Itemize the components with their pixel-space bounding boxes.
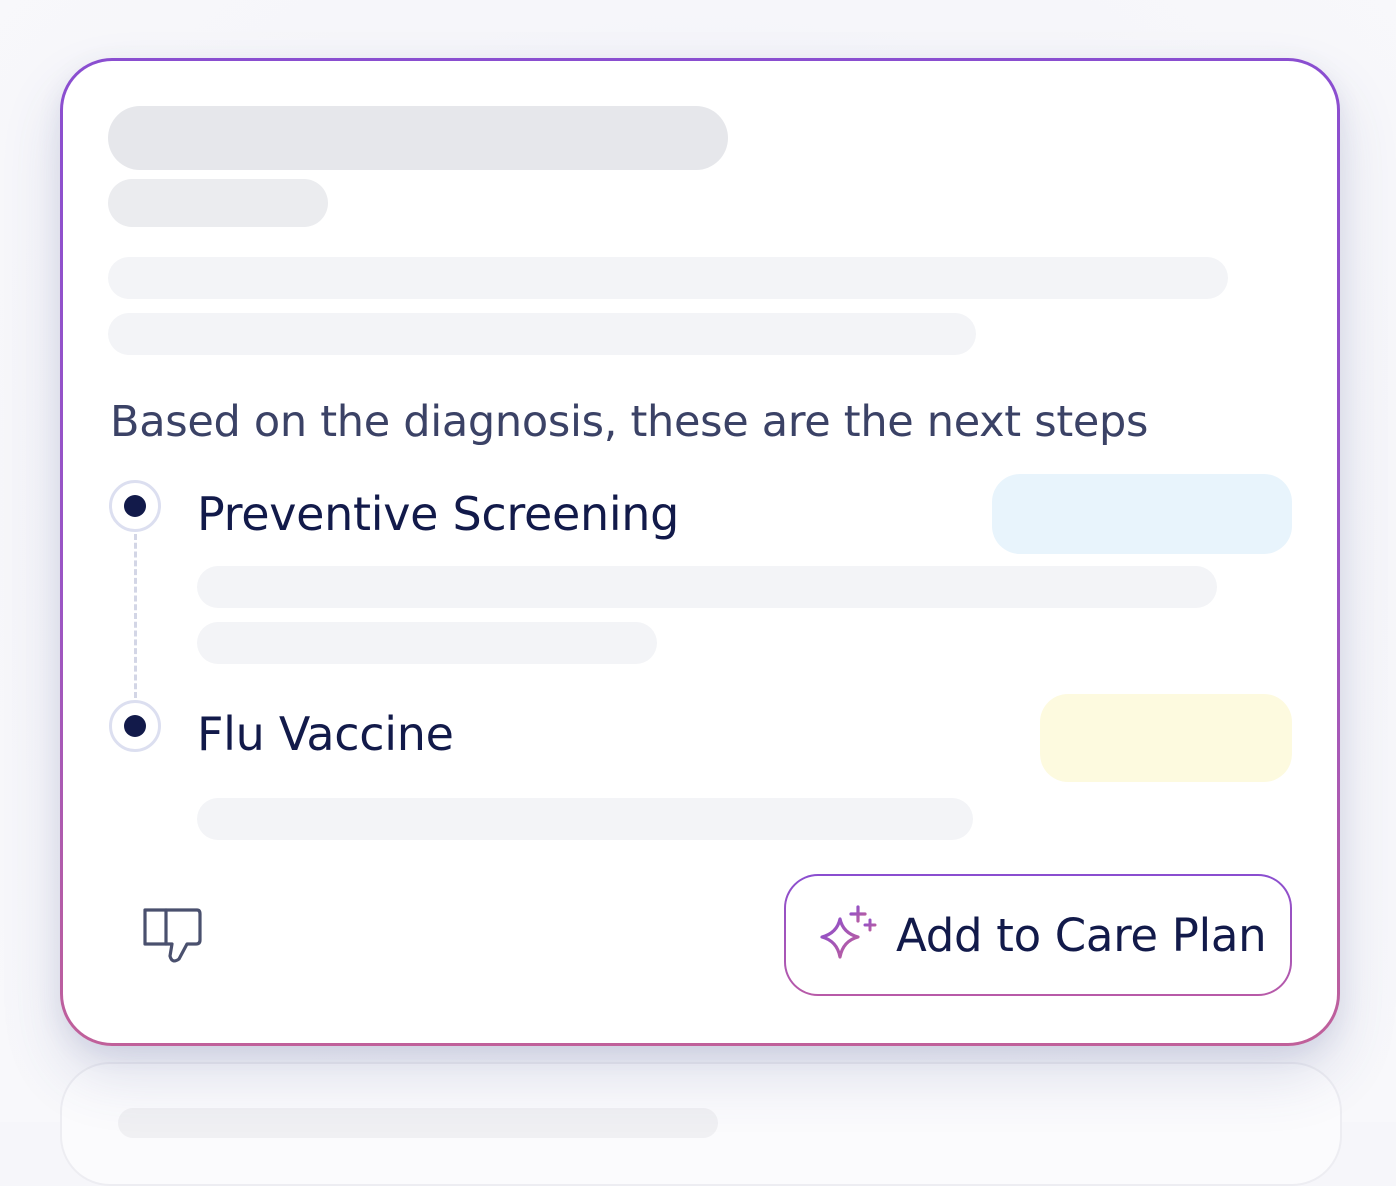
skeleton-step-description xyxy=(197,798,973,840)
thumbs-down-icon[interactable] xyxy=(141,907,205,971)
add-to-care-plan-button-inner[interactable]: Add to Care Plan xyxy=(786,876,1290,994)
step-marker-icon xyxy=(109,480,161,532)
sparkle-icon xyxy=(820,905,877,959)
skeleton-placeholder xyxy=(118,1108,718,1138)
step-marker-icon xyxy=(109,700,161,752)
add-to-care-plan-label: Add to Care Plan xyxy=(896,908,1267,962)
skeleton-step-description xyxy=(197,566,1217,608)
step-title-preventive-screening: Preventive Screening xyxy=(197,487,680,541)
card-body: Based on the diagnosis, these are the ne… xyxy=(63,61,1337,1043)
next-steps-intro: Based on the diagnosis, these are the ne… xyxy=(110,397,1149,447)
skeleton-title xyxy=(108,106,728,170)
skeleton-line xyxy=(108,313,976,355)
step-tag-badge xyxy=(1040,694,1292,782)
skeleton-step-description xyxy=(197,622,657,664)
step-title-flu-vaccine: Flu Vaccine xyxy=(197,707,454,761)
care-plan-card: Based on the diagnosis, these are the ne… xyxy=(60,58,1340,1046)
skeleton-line xyxy=(108,257,1228,299)
step-tag-badge xyxy=(992,474,1292,554)
stacked-card-shadow xyxy=(60,1062,1342,1186)
skeleton-subtitle xyxy=(108,179,328,227)
timeline-connector xyxy=(134,534,137,698)
add-to-care-plan-button[interactable]: Add to Care Plan xyxy=(784,874,1292,996)
